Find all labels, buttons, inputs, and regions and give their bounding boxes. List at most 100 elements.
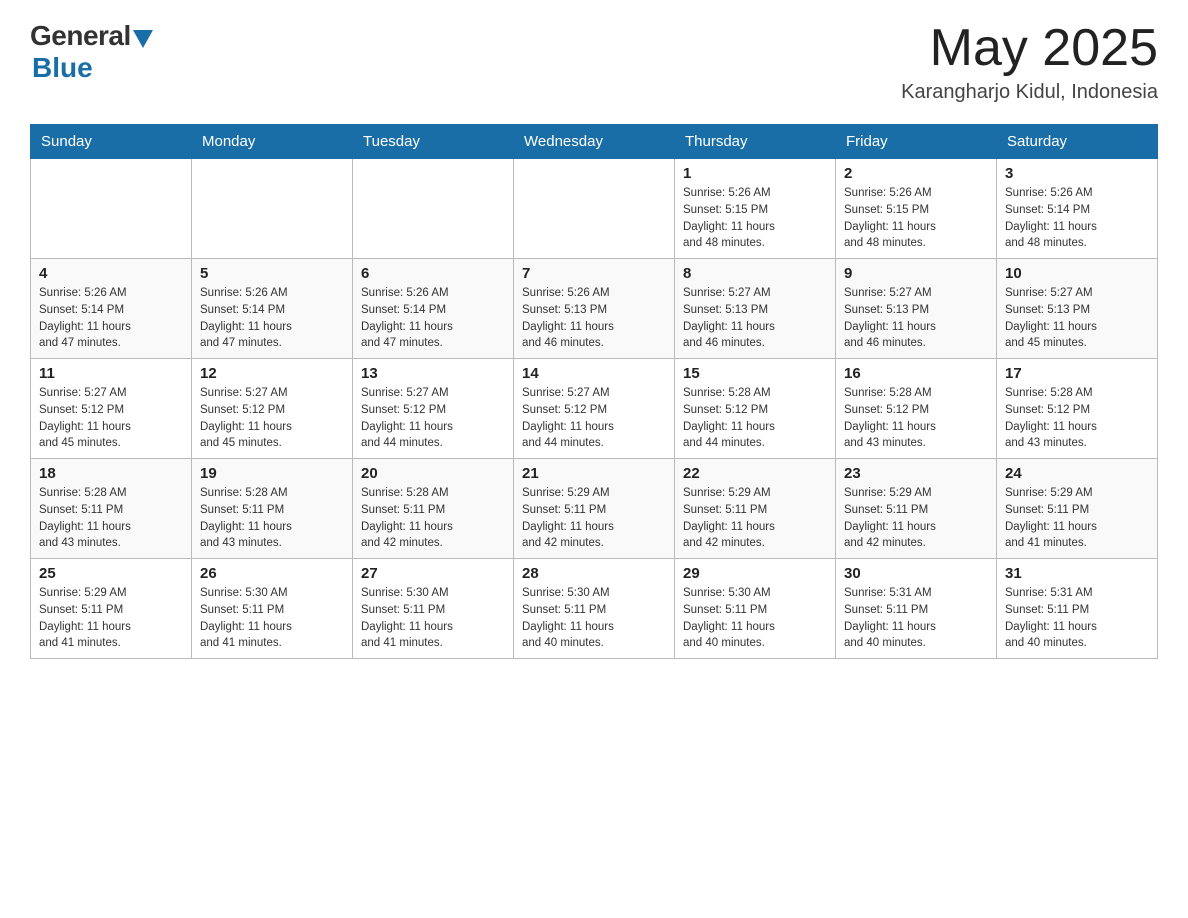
month-title: May 2025 [901,20,1158,77]
week-row-5: 25 Sunrise: 5:29 AM Sunset: 5:11 PM Dayli… [31,559,1158,659]
weekday-header-wednesday: Wednesday [514,125,675,159]
day-info: Sunrise: 5:29 AM Sunset: 5:11 PM Dayligh… [1005,485,1149,552]
day-number: 10 [1005,265,1149,282]
logo-blue-text: Blue [32,52,93,84]
day-number: 5 [200,265,344,282]
logo: General Blue [30,20,153,84]
day-number: 24 [1005,465,1149,482]
day-number: 8 [683,265,827,282]
day-number: 12 [200,365,344,382]
day-number: 21 [522,465,666,482]
day-number: 27 [361,565,505,582]
day-number: 9 [844,265,988,282]
title-section: May 2025 Karangharjo Kidul, Indonesia [901,20,1158,104]
day-cell [353,159,514,259]
week-row-3: 11 Sunrise: 5:27 AM Sunset: 5:12 PM Dayli… [31,359,1158,459]
day-info: Sunrise: 5:30 AM Sunset: 5:11 PM Dayligh… [361,585,505,652]
day-info: Sunrise: 5:26 AM Sunset: 5:15 PM Dayligh… [844,185,988,252]
day-number: 17 [1005,365,1149,382]
day-info: Sunrise: 5:28 AM Sunset: 5:12 PM Dayligh… [1005,385,1149,452]
day-number: 31 [1005,565,1149,582]
day-number: 25 [39,565,183,582]
day-info: Sunrise: 5:26 AM Sunset: 5:14 PM Dayligh… [200,285,344,352]
logo-triangle-icon [133,30,153,48]
day-cell [192,159,353,259]
week-row-1: 1 Sunrise: 5:26 AM Sunset: 5:15 PM Daylig… [31,159,1158,259]
day-info: Sunrise: 5:29 AM Sunset: 5:11 PM Dayligh… [844,485,988,552]
day-cell: 7 Sunrise: 5:26 AM Sunset: 5:13 PM Daylig… [514,259,675,359]
day-cell: 26Sunrise: 5:30 AM Sunset: 5:11 PM Dayli… [192,559,353,659]
weekday-header-saturday: Saturday [997,125,1158,159]
weekday-header-friday: Friday [836,125,997,159]
day-number: 16 [844,365,988,382]
day-info: Sunrise: 5:26 AM Sunset: 5:14 PM Dayligh… [39,285,183,352]
day-cell: 3Sunrise: 5:26 AM Sunset: 5:14 PM Daylig… [997,159,1158,259]
day-cell: 9 Sunrise: 5:27 AM Sunset: 5:13 PM Daylig… [836,259,997,359]
day-cell: 31 Sunrise: 5:31 AM Sunset: 5:11 PM Dayli… [997,559,1158,659]
day-cell: 1Sunrise: 5:26 AM Sunset: 5:15 PM Daylig… [675,159,836,259]
calendar-table: SundayMondayTuesdayWednesdayThursdayFrid… [30,124,1158,659]
day-number: 28 [522,565,666,582]
day-number: 22 [683,465,827,482]
day-cell: 24 Sunrise: 5:29 AM Sunset: 5:11 PM Dayli… [997,459,1158,559]
day-number: 6 [361,265,505,282]
day-cell: 5 Sunrise: 5:26 AM Sunset: 5:14 PM Daylig… [192,259,353,359]
day-cell: 12 Sunrise: 5:27 AM Sunset: 5:12 PM Dayli… [192,359,353,459]
day-info: Sunrise: 5:27 AM Sunset: 5:13 PM Dayligh… [844,285,988,352]
day-info: Sunrise: 5:28 AM Sunset: 5:11 PM Dayligh… [361,485,505,552]
day-cell: 10 Sunrise: 5:27 AM Sunset: 5:13 PM Dayli… [997,259,1158,359]
day-cell: 29 Sunrise: 5:30 AM Sunset: 5:11 PM Dayli… [675,559,836,659]
day-info: Sunrise: 5:30 AM Sunset: 5:11 PM Dayligh… [200,585,344,652]
weekday-header-tuesday: Tuesday [353,125,514,159]
day-info: Sunrise: 5:27 AM Sunset: 5:12 PM Dayligh… [522,385,666,452]
logo-general-text: General [30,20,131,52]
day-info: Sunrise: 5:27 AM Sunset: 5:12 PM Dayligh… [200,385,344,452]
day-number: 7 [522,265,666,282]
day-cell: 6 Sunrise: 5:26 AM Sunset: 5:14 PM Daylig… [353,259,514,359]
day-number: 20 [361,465,505,482]
page-header: General Blue May 2025 Karangharjo Kidul,… [30,20,1158,104]
day-info: Sunrise: 5:27 AM Sunset: 5:13 PM Dayligh… [683,285,827,352]
week-row-4: 18Sunrise: 5:28 AM Sunset: 5:11 PM Dayli… [31,459,1158,559]
day-cell: 2 Sunrise: 5:26 AM Sunset: 5:15 PM Daylig… [836,159,997,259]
day-info: Sunrise: 5:29 AM Sunset: 5:11 PM Dayligh… [683,485,827,552]
day-cell: 11 Sunrise: 5:27 AM Sunset: 5:12 PM Dayli… [31,359,192,459]
weekday-header-sunday: Sunday [31,125,192,159]
day-number: 11 [39,365,183,382]
day-info: Sunrise: 5:27 AM Sunset: 5:12 PM Dayligh… [361,385,505,452]
day-info: Sunrise: 5:26 AM Sunset: 5:14 PM Dayligh… [361,285,505,352]
day-cell: 15Sunrise: 5:28 AM Sunset: 5:12 PM Dayli… [675,359,836,459]
weekday-header-monday: Monday [192,125,353,159]
day-number: 15 [683,365,827,382]
day-info: Sunrise: 5:28 AM Sunset: 5:11 PM Dayligh… [39,485,183,552]
day-info: Sunrise: 5:30 AM Sunset: 5:11 PM Dayligh… [683,585,827,652]
day-cell [31,159,192,259]
day-number: 19 [200,465,344,482]
day-number: 29 [683,565,827,582]
week-row-2: 4Sunrise: 5:26 AM Sunset: 5:14 PM Daylig… [31,259,1158,359]
day-info: Sunrise: 5:26 AM Sunset: 5:13 PM Dayligh… [522,285,666,352]
day-number: 2 [844,165,988,182]
day-cell: 19Sunrise: 5:28 AM Sunset: 5:11 PM Dayli… [192,459,353,559]
day-cell: 4Sunrise: 5:26 AM Sunset: 5:14 PM Daylig… [31,259,192,359]
day-number: 30 [844,565,988,582]
weekday-header-thursday: Thursday [675,125,836,159]
day-number: 14 [522,365,666,382]
weekday-header-row: SundayMondayTuesdayWednesdayThursdayFrid… [31,125,1158,159]
location-label: Karangharjo Kidul, Indonesia [901,81,1158,104]
day-number: 23 [844,465,988,482]
day-cell: 18Sunrise: 5:28 AM Sunset: 5:11 PM Dayli… [31,459,192,559]
day-cell: 22 Sunrise: 5:29 AM Sunset: 5:11 PM Dayli… [675,459,836,559]
day-info: Sunrise: 5:27 AM Sunset: 5:12 PM Dayligh… [39,385,183,452]
day-cell: 14 Sunrise: 5:27 AM Sunset: 5:12 PM Dayli… [514,359,675,459]
day-info: Sunrise: 5:31 AM Sunset: 5:11 PM Dayligh… [1005,585,1149,652]
day-cell: 23 Sunrise: 5:29 AM Sunset: 5:11 PM Dayli… [836,459,997,559]
day-cell: 25 Sunrise: 5:29 AM Sunset: 5:11 PM Dayli… [31,559,192,659]
day-cell: 27 Sunrise: 5:30 AM Sunset: 5:11 PM Dayli… [353,559,514,659]
day-number: 1 [683,165,827,182]
day-info: Sunrise: 5:27 AM Sunset: 5:13 PM Dayligh… [1005,285,1149,352]
day-cell: 8 Sunrise: 5:27 AM Sunset: 5:13 PM Daylig… [675,259,836,359]
day-info: Sunrise: 5:29 AM Sunset: 5:11 PM Dayligh… [522,485,666,552]
day-info: Sunrise: 5:29 AM Sunset: 5:11 PM Dayligh… [39,585,183,652]
day-cell: 20 Sunrise: 5:28 AM Sunset: 5:11 PM Dayli… [353,459,514,559]
